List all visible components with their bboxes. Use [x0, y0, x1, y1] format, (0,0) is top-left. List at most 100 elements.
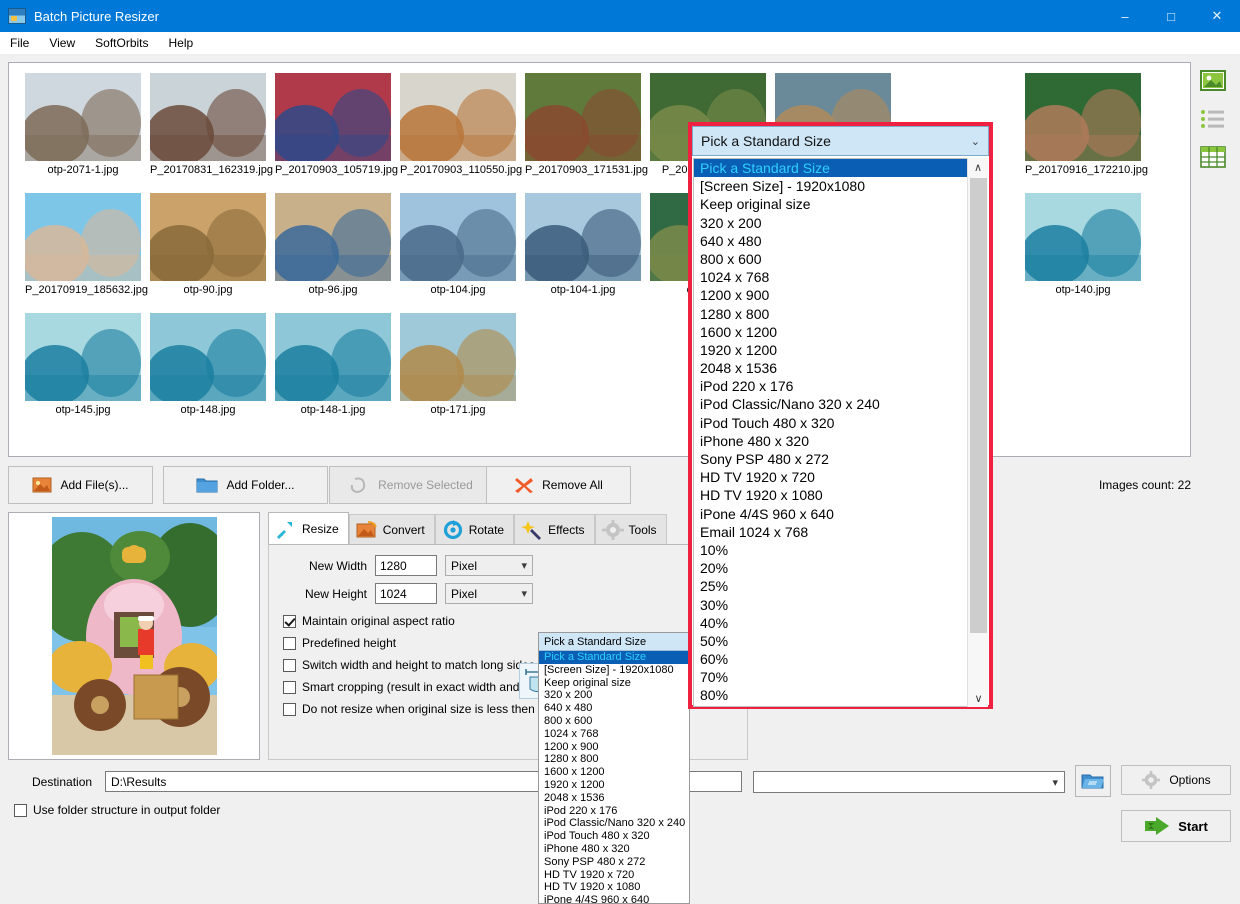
secondary-standard-size-option[interactable]: 320 x 200 — [539, 689, 689, 702]
thumbnail-item[interactable]: otp-90.jpg — [150, 193, 266, 296]
standard-size-option[interactable]: 60% — [694, 650, 987, 668]
secondary-standard-size-option[interactable]: HD TV 1920 x 1080 — [539, 881, 689, 894]
thumbnail-image[interactable] — [150, 313, 266, 401]
thumbnail-item[interactable]: otp-96.jpg — [275, 193, 391, 296]
thumbnail-item[interactable]: P_20170919_185632.jpg — [25, 193, 141, 296]
thumbnail-image[interactable] — [150, 73, 266, 161]
thumbnail-grid[interactable]: otp-2071-1.jpgP_20170831_162319.jpgP_201… — [8, 62, 1191, 457]
tab-tools[interactable]: Tools — [595, 514, 667, 544]
tab-convert[interactable]: Convert — [349, 514, 435, 544]
standard-size-option[interactable]: iPod Touch 480 x 320 — [694, 414, 987, 432]
thumbnail-image[interactable] — [400, 313, 516, 401]
standard-size-option[interactable]: iPod 220 x 176 — [694, 377, 987, 395]
standard-size-option[interactable]: 80% — [694, 686, 987, 704]
tab-rotate[interactable]: Rotate — [435, 514, 514, 544]
standard-size-option[interactable]: 50% — [694, 632, 987, 650]
standard-size-option[interactable]: 1600 x 1200 — [694, 323, 987, 341]
scroll-up-arrow-icon[interactable]: ∧ — [968, 158, 988, 176]
standard-size-option[interactable]: 1200 x 900 — [694, 286, 987, 304]
thumbnail-image[interactable] — [25, 193, 141, 281]
standard-size-option[interactable]: 10% — [694, 541, 987, 559]
checkbox[interactable] — [283, 703, 296, 716]
checkbox[interactable] — [283, 615, 296, 628]
standard-size-option[interactable]: HD TV 1920 x 1080 — [694, 486, 987, 504]
thumbnail-image[interactable] — [525, 193, 641, 281]
secondary-standard-size-option[interactable]: iPod Classic/Nano 320 x 240 — [539, 817, 689, 830]
standard-size-option[interactable]: Email 1024 x 768 — [694, 523, 987, 541]
standard-size-option[interactable]: 30% — [694, 596, 987, 614]
secondary-dropdown-header[interactable]: Pick a Standard Size — [539, 633, 689, 651]
secondary-standard-size-option[interactable]: 1024 x 768 — [539, 728, 689, 741]
thumbnail-item[interactable]: otp-104-1.jpg — [525, 193, 641, 296]
secondary-standard-size-option[interactable]: HD TV 1920 x 720 — [539, 869, 689, 882]
standard-size-option[interactable]: 1024 x 768 — [694, 268, 987, 286]
secondary-standard-size-option[interactable]: 640 x 480 — [539, 702, 689, 715]
secondary-standard-size-option[interactable]: iPod Touch 480 x 320 — [539, 830, 689, 843]
checkbox[interactable] — [283, 659, 296, 672]
thumbnail-image[interactable] — [25, 313, 141, 401]
thumbnail-item[interactable]: otp-140.jpg — [1025, 193, 1141, 296]
standard-size-option[interactable]: iPone 4/4S 960 x 640 — [694, 505, 987, 523]
tab-resize[interactable]: Resize — [268, 512, 349, 544]
options-button[interactable]: Options — [1121, 765, 1231, 795]
menu-item-file[interactable]: File — [0, 36, 39, 50]
secondary-standard-size-option[interactable]: 800 x 600 — [539, 715, 689, 728]
menu-item-help[interactable]: Help — [159, 36, 204, 50]
width-unit-select[interactable]: Pixel ▾ — [445, 555, 533, 576]
start-button[interactable]: Start — [1121, 810, 1231, 842]
standard-size-combo-header[interactable]: Pick a Standard Size ⌄ — [692, 126, 989, 156]
add-folder-button[interactable]: Add Folder... — [163, 466, 328, 504]
add-files-button[interactable]: Add File(s)... — [8, 466, 153, 504]
browse-destination-button[interactable] — [1075, 765, 1111, 797]
standard-size-option[interactable]: 800 x 600 — [694, 250, 987, 268]
checkbox[interactable] — [283, 637, 296, 650]
thumbnail-item[interactable]: P_20170903_110550.jpg — [400, 73, 516, 176]
standard-size-option[interactable]: Keep original size — [694, 195, 987, 213]
output-format-combo[interactable]: ▾ — [753, 771, 1065, 793]
secondary-standard-size-option[interactable]: iPone 4/4S 960 x 640 — [539, 894, 689, 904]
checkbox[interactable] — [283, 681, 296, 694]
secondary-standard-size-option[interactable]: [Screen Size] - 1920x1080 — [539, 664, 689, 677]
standard-size-option[interactable]: 640 x 480 — [694, 232, 987, 250]
standard-size-option[interactable]: Pick a Standard Size — [694, 159, 987, 177]
dropdown-scrollbar[interactable]: ∧ ∨ — [967, 158, 988, 707]
standard-size-option[interactable]: 20% — [694, 559, 987, 577]
standard-size-option-list[interactable]: Pick a Standard Size[Screen Size] - 1920… — [693, 158, 988, 707]
standard-size-option[interactable]: 25% — [694, 577, 987, 595]
standard-size-option[interactable]: iPhone 480 x 320 — [694, 432, 987, 450]
secondary-standard-size-option[interactable]: iPod 220 x 176 — [539, 805, 689, 818]
thumbnail-item[interactable]: otp-171.jpg — [400, 313, 516, 416]
thumbnail-item[interactable]: otp-104.jpg — [400, 193, 516, 296]
scrollbar-thumb[interactable] — [970, 178, 987, 633]
standard-size-option[interactable]: 1920 x 1200 — [694, 341, 987, 359]
standard-size-option[interactable]: HD TV 1920 x 720 — [694, 468, 987, 486]
tab-effects[interactable]: Effects — [514, 514, 594, 544]
secondary-standard-size-option[interactable]: 1600 x 1200 — [539, 766, 689, 779]
new-width-input[interactable] — [375, 555, 437, 576]
minimize-button[interactable]: – — [1102, 0, 1148, 32]
close-button[interactable]: ✕ — [1194, 0, 1240, 32]
thumbnail-image[interactable] — [1025, 73, 1141, 161]
resize-option-row[interactable]: Maintain original aspect ratio — [283, 614, 747, 628]
secondary-standard-size-option[interactable]: Sony PSP 480 x 272 — [539, 856, 689, 869]
standard-size-option[interactable]: 70% — [694, 668, 987, 686]
thumbnail-item[interactable]: otp-2071-1.jpg — [25, 73, 141, 176]
secondary-standard-size-option[interactable]: iPhone 480 x 320 — [539, 843, 689, 856]
height-unit-select[interactable]: Pixel ▾ — [445, 583, 533, 604]
standard-size-option[interactable]: Sony PSP 480 x 272 — [694, 450, 987, 468]
standard-size-option[interactable]: 1280 x 800 — [694, 305, 987, 323]
new-height-input[interactable] — [375, 583, 437, 604]
thumbnail-item[interactable]: P_20170903_171531.jpg — [525, 73, 641, 176]
thumbnail-image[interactable] — [150, 193, 266, 281]
thumbnail-item[interactable]: otp-148-1.jpg — [275, 313, 391, 416]
standard-size-option[interactable]: 2048 x 1536 — [694, 359, 987, 377]
thumbnail-image[interactable] — [275, 313, 391, 401]
standard-size-option[interactable]: 40% — [694, 614, 987, 632]
standard-size-option[interactable]: 320 x 200 — [694, 214, 987, 232]
thumbnail-image[interactable] — [1025, 193, 1141, 281]
thumbnail-item[interactable]: P_20170831_162319.jpg — [150, 73, 266, 176]
standard-size-dropdown[interactable]: Pick a Standard Size ⌄ Pick a Standard S… — [688, 122, 993, 709]
thumbnail-item[interactable]: P_20170903_105719.jpg — [275, 73, 391, 176]
secondary-standard-size-dropdown[interactable]: Pick a Standard Size Pick a Standard Siz… — [538, 632, 690, 904]
list-view-icon[interactable] — [1198, 104, 1228, 134]
